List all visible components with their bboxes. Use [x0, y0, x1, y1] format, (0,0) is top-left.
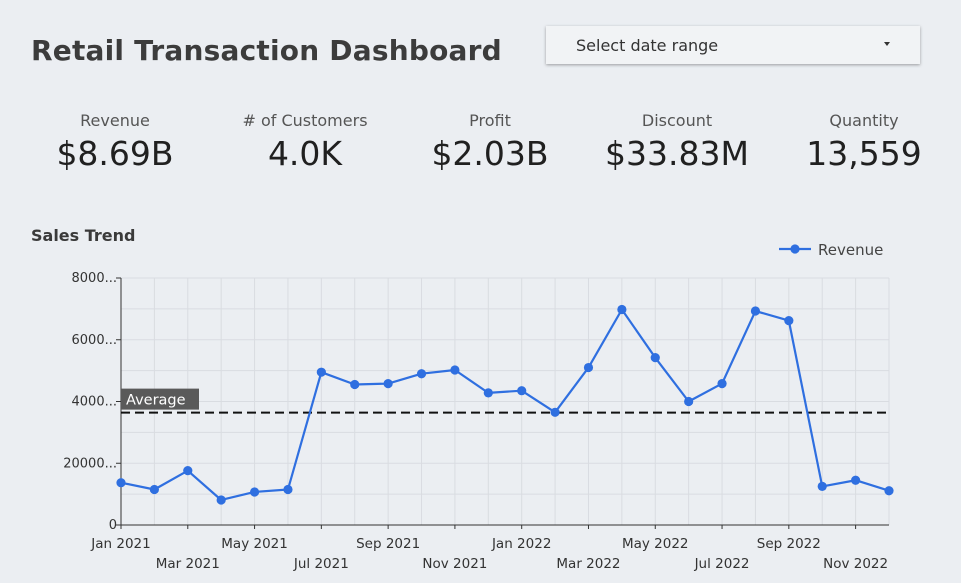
legend-marker: [790, 244, 800, 254]
revenue-line: [120, 308, 890, 502]
x-tick-label: Jan 2021: [90, 536, 150, 552]
y-tick-label: 4000...: [72, 395, 117, 410]
revenue-point: [583, 362, 594, 373]
x-tick-label: Jan 2022: [491, 536, 551, 552]
revenue-point: [149, 484, 159, 495]
revenue-point: [717, 378, 727, 389]
revenue-point: [617, 304, 627, 315]
x-tick-label: Jul 2022: [694, 556, 750, 572]
revenue-point: [550, 407, 560, 417]
y-tick-label: 6000...: [72, 333, 117, 348]
x-tick-label: Sep 2022: [757, 536, 821, 552]
x-tick-label: Sep 2021: [356, 536, 420, 552]
revenue-point: [316, 367, 326, 377]
x-tick-label: Nov 2021: [422, 556, 487, 572]
revenue-point: [450, 365, 460, 375]
revenue-point: [483, 388, 493, 398]
revenue-point: [784, 316, 794, 326]
sales-trend-chart: 0 20000... 4000... 6000... 8000... Jan 2021 Ma…: [63, 241, 894, 572]
revenue-point: [517, 386, 527, 396]
revenue-point: [650, 353, 660, 363]
revenue-point: [283, 484, 293, 495]
legend-label: Revenue: [818, 241, 883, 259]
revenue-point: [416, 369, 427, 379]
y-tick-label: 8000...: [72, 271, 117, 286]
average-label: Average: [126, 393, 186, 409]
revenue-point: [817, 481, 827, 492]
x-tick-label: Nov 2022: [823, 556, 888, 572]
revenue-point: [249, 487, 260, 497]
revenue-point: [350, 379, 360, 390]
y-tick-label: 20000...: [63, 456, 117, 471]
x-tick-label: Mar 2021: [156, 556, 220, 572]
revenue-point: [851, 475, 861, 485]
revenue-point: [383, 378, 393, 389]
revenue-point: [183, 466, 193, 476]
y-tick-label: 0: [109, 518, 117, 533]
x-tick-label: Mar 2022: [556, 556, 620, 572]
revenue-point: [684, 396, 694, 407]
revenue-point: [750, 306, 761, 316]
x-tick-label: Jul 2021: [293, 556, 349, 572]
revenue-point: [216, 495, 226, 505]
revenue-point: [884, 486, 894, 496]
revenue-point: [116, 478, 126, 488]
x-tick-label: May 2022: [622, 536, 689, 552]
x-tick-label: May 2021: [221, 536, 288, 552]
